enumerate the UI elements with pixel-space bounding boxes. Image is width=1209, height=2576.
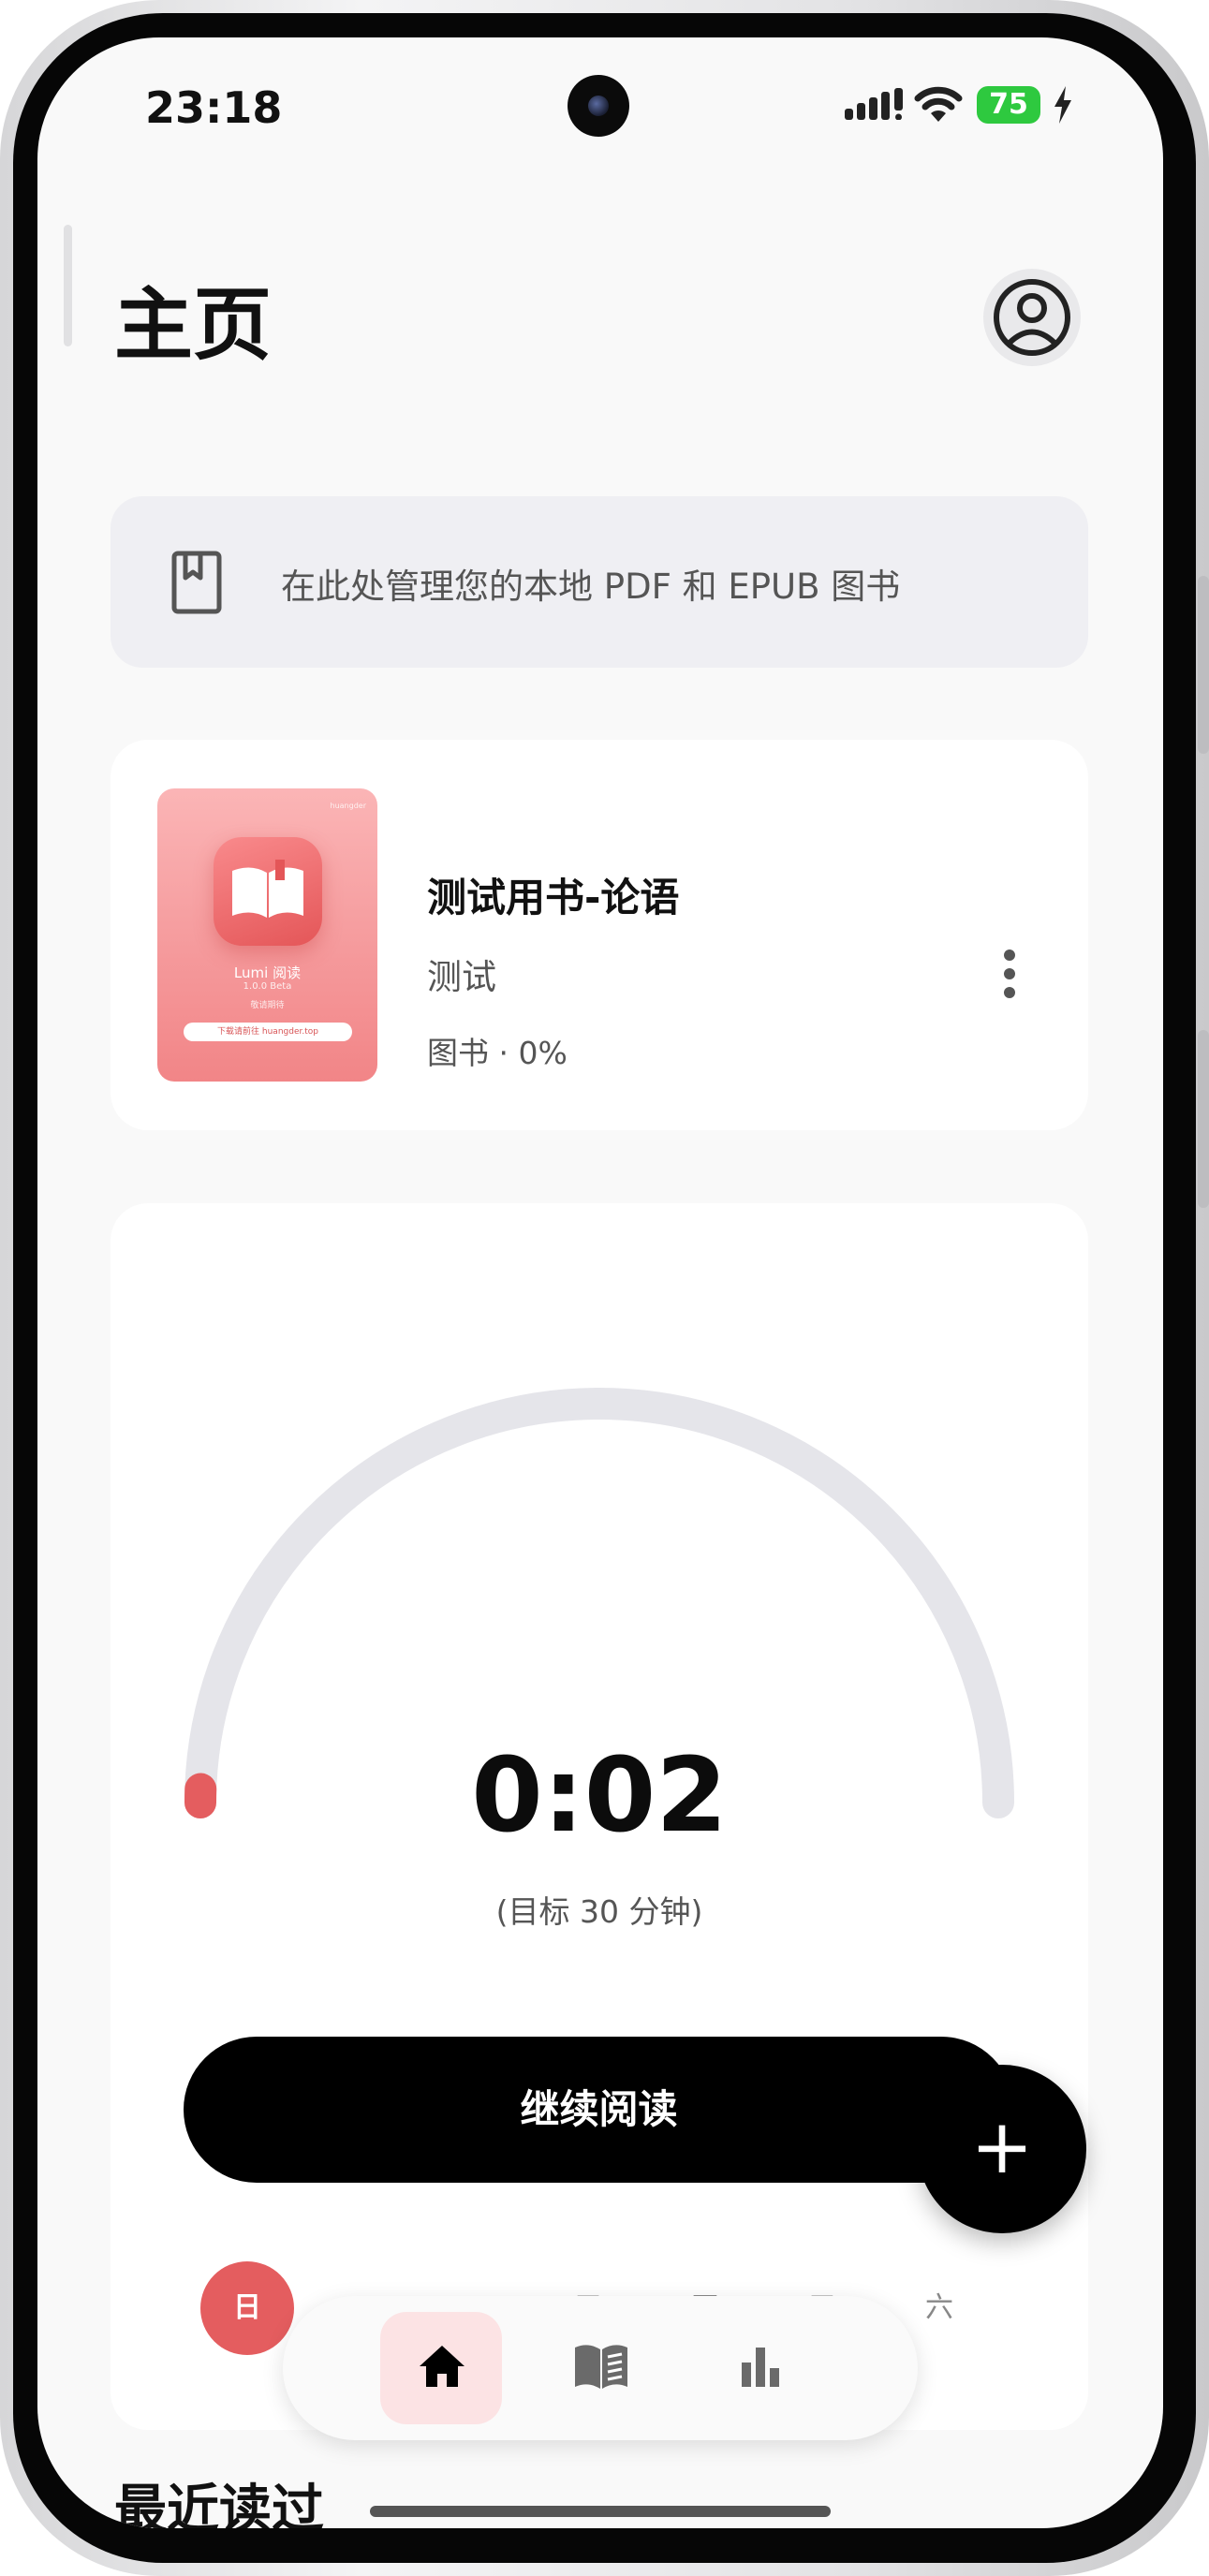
cover-app-icon: [214, 837, 322, 946]
recent-section-title: 最近读过: [114, 2480, 324, 2528]
home-indicator[interactable]: [370, 2506, 831, 2517]
book-cover: huangder Lumi 阅读 1.0.0 Beta 敬请期待 下载请前往 h…: [157, 788, 377, 1082]
status-time: 23:18: [145, 82, 283, 133]
page-title: 主页: [114, 279, 273, 371]
add-book-button[interactable]: +: [918, 2065, 1086, 2233]
open-book-icon: [232, 860, 303, 918]
status-bar: 23:18 75: [37, 37, 1163, 187]
bottom-tab-bar: [283, 2296, 918, 2440]
more-vertical-icon: [1004, 949, 1015, 998]
info-banner: 在此处管理您的本地 PDF 和 EPUB 图书: [111, 496, 1088, 668]
book-author: 测试: [427, 957, 496, 997]
profile-button[interactable]: [983, 269, 1081, 366]
bookmark-book-icon: [171, 551, 222, 614]
cover-app-name: Lumi 阅读: [233, 964, 302, 981]
reading-timer: 0:02: [471, 1735, 728, 1855]
book-meta: 图书 · 0%: [427, 1035, 568, 1071]
continue-reading-button[interactable]: 继续阅读: [184, 2037, 1014, 2183]
screen: 23:18 75 主页 在此处管理您的本地 PDF 和 EPUB 图书 huan…: [37, 37, 1163, 2528]
book-more-button[interactable]: [991, 946, 1028, 1002]
wifi-icon: [914, 86, 963, 122]
cover-app-note: 敬请期待: [250, 1001, 285, 1010]
cover-app-version: 1.0.0 Beta: [243, 981, 292, 992]
tab-library[interactable]: [539, 2312, 661, 2424]
tab-home[interactable]: [380, 2312, 502, 2424]
reading-target: (目标 30 分钟): [495, 1893, 703, 1930]
open-book-icon: [575, 2345, 627, 2389]
signal-icon: [845, 88, 903, 120]
info-banner-text: 在此处管理您的本地 PDF 和 EPUB 图书: [281, 567, 901, 607]
book-title: 测试用书-论语: [427, 875, 680, 920]
day-sun[interactable]: 日: [200, 2261, 294, 2355]
person-circle-icon: [994, 279, 1070, 356]
book-card[interactable]: huangder Lumi 阅读 1.0.0 Beta 敬请期待 下载请前往 h…: [111, 740, 1088, 1130]
side-button-volume: [1198, 576, 1209, 754]
reading-goal-card: 0:02 (目标 30 分钟) 继续阅读 日 一 二 三 四 五 六: [111, 1203, 1088, 2430]
home-icon: [420, 2346, 464, 2387]
cover-download-pill: 下载请前往 huangder.top: [184, 1023, 352, 1041]
cover-brand: huangder: [330, 802, 366, 810]
battery-indicator: 75: [977, 86, 1040, 124]
scroll-indicator: [64, 225, 72, 346]
plus-icon: +: [970, 2103, 1034, 2190]
tab-statistics[interactable]: [699, 2312, 820, 2424]
charging-bolt-icon: [1054, 86, 1071, 124]
front-camera: [568, 75, 629, 137]
side-button-power: [1198, 1030, 1209, 1208]
bar-chart-icon: [742, 2348, 779, 2387]
